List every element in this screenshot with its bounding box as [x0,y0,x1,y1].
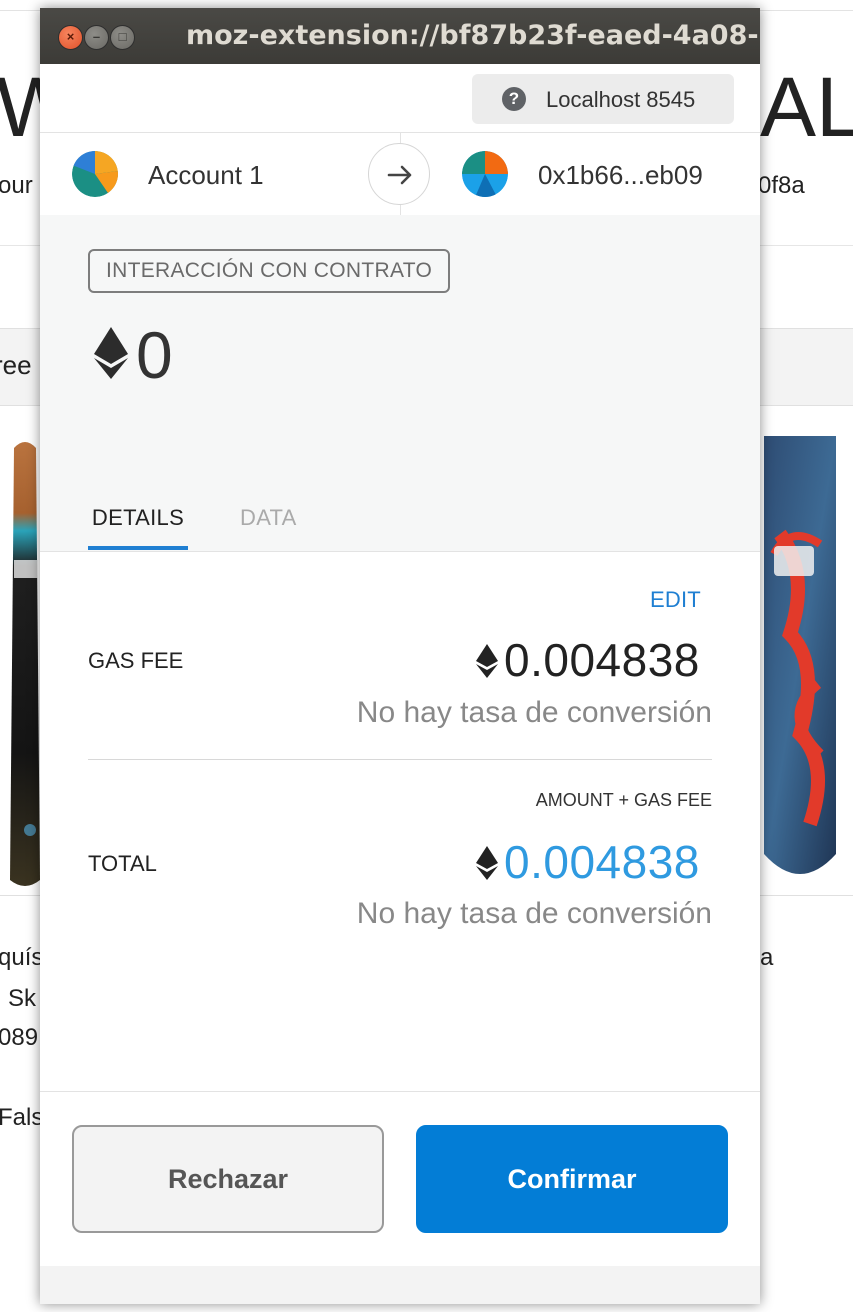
transaction-summary: INTERACCIÓN CON CONTRATO 0 DETAILS DATA [40,215,760,551]
window-titlebar[interactable]: × – □ moz-extension://bf87b23f-eaed-4a08… [40,8,760,64]
active-tab-indicator [88,546,188,550]
metamask-popup: × – □ moz-extension://bf87b23f-eaed-4a08… [40,8,760,1304]
window-minimize-button[interactable]: – [84,25,109,50]
window-maximize-button[interactable]: □ [110,25,135,50]
bg-product-line: Sk [8,985,37,1012]
bg-heading-right: ALC [760,60,853,154]
ski-image-left [10,442,40,886]
bottom-strip [40,1266,760,1304]
eth-icon [476,644,498,678]
ski-image-right [764,436,836,874]
close-icon: × [66,29,75,44]
amount-value: 0 [136,318,173,392]
arrow-right-icon [368,143,430,205]
gas-fee-conversion: No hay tasa de conversión [356,696,712,729]
recipient-address: 0x1b66...eb09 [538,160,703,190]
tab-details[interactable]: DETAILS [88,505,188,531]
bg-divider [0,895,40,896]
total-value: 0.004838 [504,836,700,888]
eth-icon [94,327,128,379]
amount-gas-label: AMOUNT + GAS FEE [535,790,712,810]
sender-recipient-row: Account 1 0x1b66...eb09 [40,132,760,216]
bg-subtitle-right: 0f8a [758,172,805,199]
total-conversion: No hay tasa de conversión [356,897,712,930]
tab-data[interactable]: DATA [240,505,297,531]
reject-button[interactable]: Rechazar [72,1125,384,1233]
minimize-icon: – [92,29,101,44]
window-title: moz-extension://bf87b23f-eaed-4a08-8 [186,20,760,51]
footer-divider [40,1091,760,1092]
bg-divider [760,895,853,896]
gas-fee-label: GAS FEE [88,648,184,673]
method-badge: INTERACCIÓN CON CONTRATO [88,249,451,293]
confirm-button[interactable]: Confirmar [416,1125,728,1233]
bg-subtitle-left: our [0,172,33,199]
edit-gas-link[interactable]: EDIT [650,587,701,613]
bg-product-line: Fals [0,1104,44,1131]
gas-fee-value: 0.004838 [504,634,700,686]
sender-account-name: Account 1 [148,160,264,190]
bg-product-line: quís [0,944,44,971]
maximize-icon: □ [118,29,127,44]
network-label: Localhost 8545 [546,87,696,112]
window-close-button[interactable]: × [58,25,83,50]
eth-icon [476,846,498,880]
identicon [462,151,508,197]
total-label: TOTAL [88,851,157,876]
divider [88,759,712,760]
help-icon: ? [502,87,526,111]
bg-product-line: 089 [0,1024,39,1051]
tabs-divider [40,551,760,552]
bg-product-line: a [760,944,774,971]
identicon [72,151,118,197]
network-indicator[interactable]: ? Localhost 8545 [472,74,734,124]
bg-band-text: ree [0,350,32,380]
